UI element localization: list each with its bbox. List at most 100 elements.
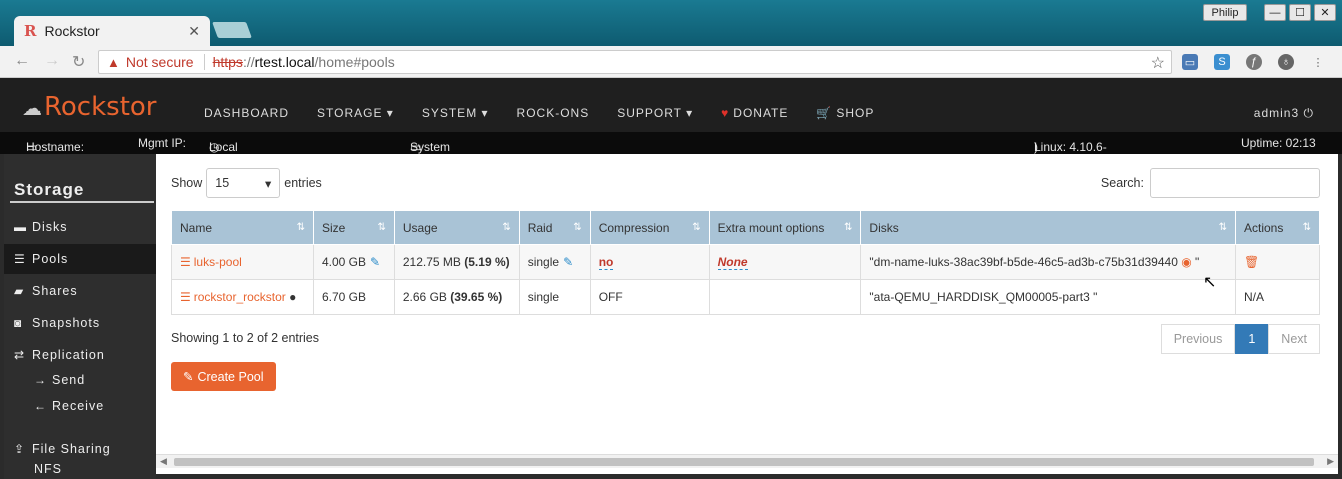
col-size[interactable]: Size ⇅ xyxy=(312,210,395,245)
scrollbar-thumb[interactable] xyxy=(174,458,1314,466)
actions-value: N/A xyxy=(1244,290,1265,304)
col-disks[interactable]: Disks ⇅ xyxy=(860,210,1236,245)
entries-value: 15 xyxy=(215,176,230,190)
rockstor-logo[interactable]: ☁Rockstor xyxy=(22,92,157,122)
bookmark-star-icon[interactable]: ☆ xyxy=(1151,53,1165,73)
col-name[interactable]: Name ⇅ xyxy=(171,210,314,245)
menu-dashboard[interactable]: DASHBOARD xyxy=(204,106,289,120)
sidebar-item-receive[interactable]: ← Receive xyxy=(4,394,156,418)
list-icon: ☰ xyxy=(180,290,191,304)
usage-percent: (5.19 %) xyxy=(464,255,510,269)
minimize-icon[interactable]: — xyxy=(1264,4,1286,21)
brand-name: Rockstor xyxy=(44,92,157,122)
list-icon: ☰ xyxy=(14,252,26,266)
menu-support[interactable]: SUPPORT ▾ xyxy=(617,106,693,120)
info-icon[interactable]: ● xyxy=(289,290,296,304)
sidebar-item-disks[interactable]: ▬ Disks xyxy=(4,212,156,242)
cell-mount-options xyxy=(708,279,862,315)
extension-f-icon[interactable]: ƒ xyxy=(1246,54,1262,70)
heart-icon: ♥ xyxy=(721,106,730,120)
camera-icon: ◙ xyxy=(14,316,23,330)
cell-size: 6.70 GB xyxy=(312,279,395,315)
sort-icon: ⇅ xyxy=(573,222,582,233)
reload-icon[interactable]: ↻ xyxy=(72,52,85,72)
cloud-logo-icon: ☁ xyxy=(22,96,42,120)
show-label: Show xyxy=(171,176,203,190)
entries-select[interactable]: 15 ▾ xyxy=(206,168,281,198)
tab-close-icon[interactable]: ✕ xyxy=(188,23,200,40)
next-button[interactable]: Next xyxy=(1268,324,1320,354)
maximize-icon[interactable]: ☐ xyxy=(1289,4,1311,21)
extension-screen-icon[interactable]: ▭ xyxy=(1182,54,1198,70)
scroll-left-icon[interactable]: ◀ xyxy=(160,456,167,467)
horizontal-scrollbar[interactable]: ◀ ▶ xyxy=(156,454,1338,468)
scroll-right-icon[interactable]: ▶ xyxy=(1327,456,1334,467)
menu-shop[interactable]: 🛒 SHOP xyxy=(816,106,874,120)
col-raid[interactable]: Raid ⇅ xyxy=(518,210,591,245)
sidebar-label: Disks xyxy=(32,220,68,234)
url-path: /home#pools xyxy=(314,54,395,70)
extension-s-icon[interactable]: S xyxy=(1214,54,1230,70)
close-window-icon[interactable]: ✕ xyxy=(1314,4,1336,21)
menu-storage[interactable]: STORAGE ▾ xyxy=(317,106,394,120)
size-value: 4.00 GB xyxy=(321,255,366,269)
profile-button[interactable]: Philip xyxy=(1203,4,1247,21)
power-icon[interactable]: ⏻ xyxy=(1304,106,1315,120)
col-label: Extra mount options xyxy=(717,220,825,235)
entries-label: entries xyxy=(284,176,322,190)
pool-link[interactable]: luks-pool xyxy=(194,255,242,269)
forward-icon[interactable]: → xyxy=(44,52,60,70)
extension-bulb-icon[interactable]: ♁ xyxy=(1278,54,1294,70)
pools-table: Name ⇅ Size ⇅ Usage ⇅ Raid ⇅ Compression ⇅ Ex… xyxy=(171,210,1320,315)
menu-system[interactable]: SYSTEM ▾ xyxy=(422,106,489,120)
menu-rock-ons[interactable]: ROCK-ONS xyxy=(517,106,590,120)
menu-donate[interactable]: ♥ DONATE xyxy=(721,106,788,120)
col-extra-mount-options[interactable]: Extra mount options ⇅ xyxy=(708,210,862,245)
eye-icon[interactable]: ◉ xyxy=(1181,255,1191,269)
previous-button[interactable]: Previous xyxy=(1160,324,1236,354)
sort-icon: ⇅ xyxy=(1302,222,1311,233)
search-input[interactable] xyxy=(1150,168,1320,198)
sidebar-item-send[interactable]: → Send xyxy=(4,368,156,392)
address-bar[interactable]: ▲ Not secure https://rtest.local/home#po… xyxy=(98,50,1172,74)
trash-icon[interactable]: 🗑 xyxy=(1244,255,1259,269)
sidebar-item-pools[interactable]: ☰ Pools xyxy=(4,244,156,274)
user-menu[interactable]: admin3 ⏻ xyxy=(1254,106,1314,121)
sidebar-item-shares[interactable]: ▰ Shares xyxy=(4,276,156,306)
edit-square-icon: ✎ xyxy=(183,370,194,384)
sidebar-item-snapshots[interactable]: ◙ Snapshots xyxy=(4,308,156,338)
cell-name: ☰ rockstor_rockstor ● xyxy=(171,279,314,315)
system-info-bar: ▭ Hostname: rtest Mgmt IP: ◷ Local Time:… xyxy=(0,132,1342,210)
entries-length-control: Show 15 ▾ entries xyxy=(171,168,322,198)
col-compression[interactable]: Compression ⇅ xyxy=(589,210,710,245)
url-host: rtest.local xyxy=(254,54,315,70)
sort-icon: ⇅ xyxy=(1218,222,1227,233)
compression-editable[interactable]: no xyxy=(598,255,614,270)
mount-options-editable[interactable]: None xyxy=(717,255,748,270)
sort-icon: ⇅ xyxy=(377,222,386,233)
disks-value: "dm-name-luks-38ac39bf-b5de-46c5-ad3b-c7… xyxy=(869,255,1178,269)
edit-icon[interactable]: ✎ xyxy=(563,255,573,269)
create-pool-button[interactable]: ✎ Create Pool xyxy=(171,362,276,391)
col-usage[interactable]: Usage ⇅ xyxy=(393,210,520,245)
browser-titlebar: R Rockstor ✕ Philip — ☐ ✕ xyxy=(0,0,1342,46)
caret-down-icon: ▾ xyxy=(265,176,272,191)
sidebar-item-file-sharing[interactable]: ⇪ File Sharing xyxy=(4,434,156,464)
sidebar-item-nfs[interactable]: NFS xyxy=(4,462,156,479)
page-1-button[interactable]: 1 xyxy=(1235,324,1269,354)
col-label: Disks xyxy=(869,220,899,235)
sidebar-item-replication[interactable]: ⇄ Replication xyxy=(4,340,156,370)
back-icon[interactable]: ← xyxy=(14,52,30,70)
browser-tab[interactable]: R Rockstor ✕ xyxy=(14,16,210,46)
edit-icon[interactable]: ✎ xyxy=(370,255,380,269)
create-pool-label: Create Pool xyxy=(197,369,264,384)
sidebar-divider xyxy=(10,201,154,203)
pool-link[interactable]: rockstor_rockstor xyxy=(194,290,286,304)
usage-value: 2.66 GB xyxy=(402,290,447,304)
chrome-menu-icon[interactable]: ⋮ xyxy=(1310,54,1326,70)
new-tab-button[interactable] xyxy=(212,22,252,38)
cell-usage: 2.66 GB (39.65 %) xyxy=(393,279,520,315)
cell-name: ☰ luks-pool xyxy=(171,244,314,280)
window-controls: Philip — ☐ ✕ xyxy=(1203,4,1336,21)
col-actions[interactable]: Actions ⇅ xyxy=(1235,210,1320,245)
